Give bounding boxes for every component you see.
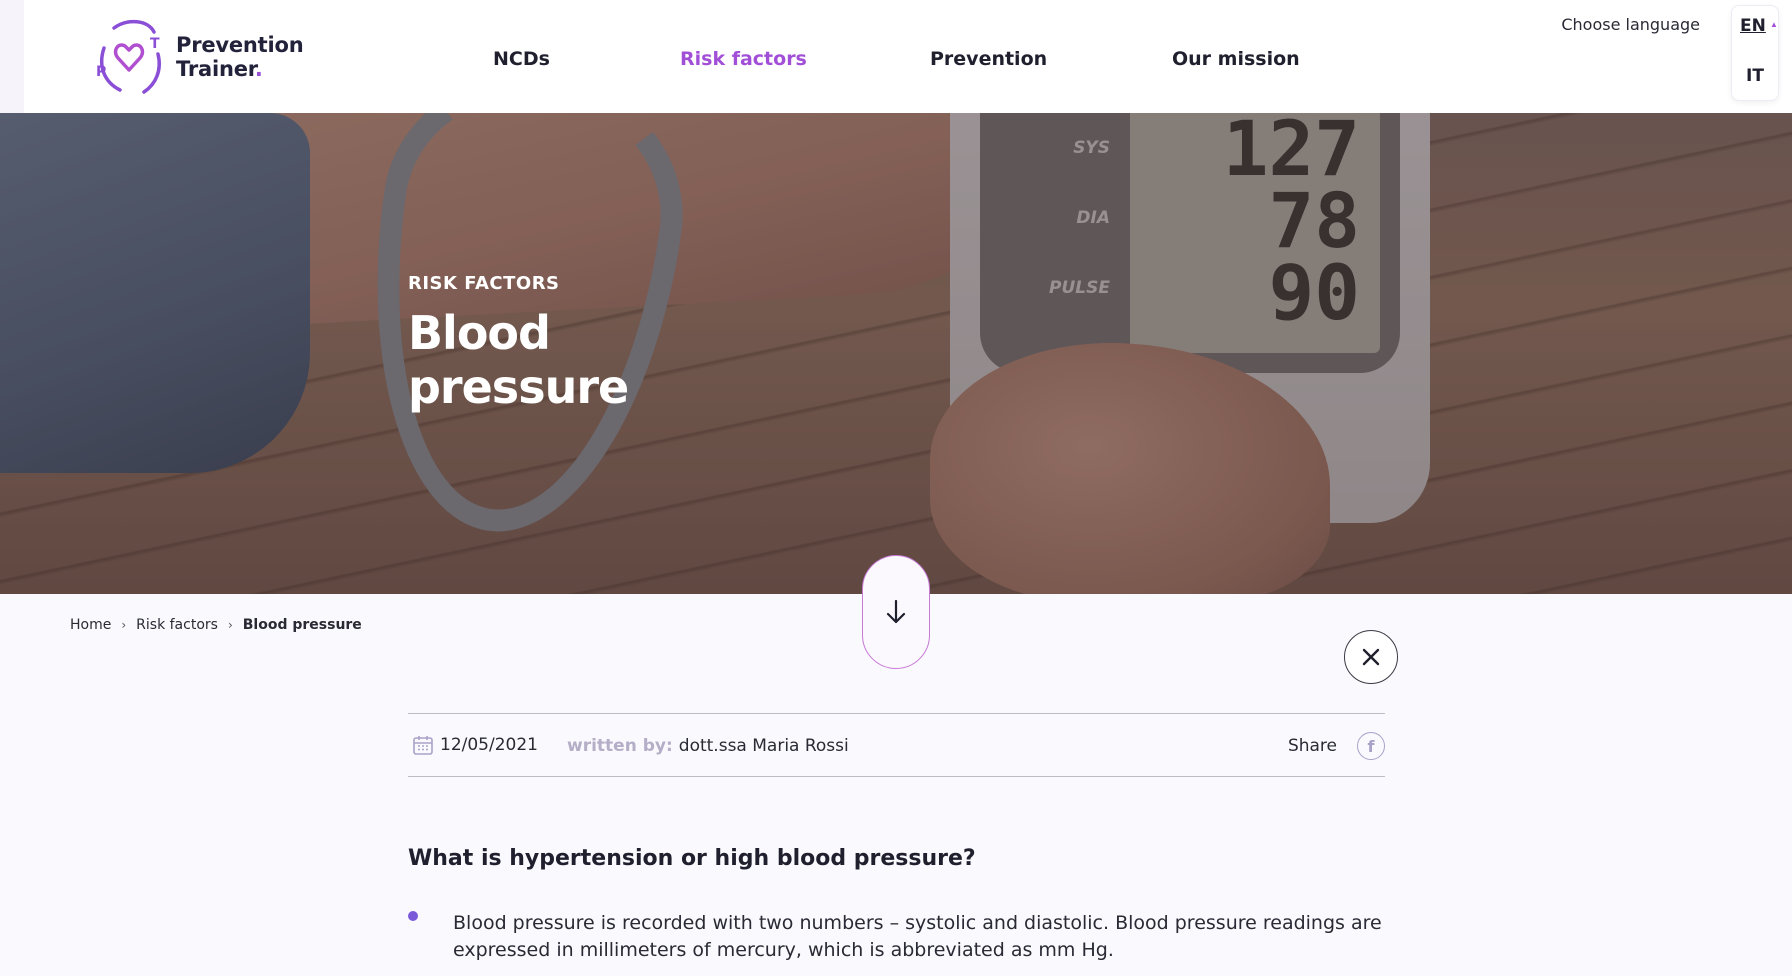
logo-wordmark: Prevention Trainer. <box>176 33 304 81</box>
article-date: 12/05/2021 <box>412 734 538 756</box>
hero-kicker: RISK FACTORS <box>408 273 560 294</box>
close-icon <box>1362 648 1380 666</box>
breadcrumb-home[interactable]: Home <box>70 617 111 633</box>
svg-text:T: T <box>150 36 160 52</box>
chevron-right-icon: › <box>227 618 233 632</box>
language-option-it[interactable]: IT <box>1746 66 1764 86</box>
site-header: T P Prevention Trainer. NCDs Risk factor… <box>24 0 1792 113</box>
article-meta-bar: 12/05/2021 written by: dott.ssa Maria Ros… <box>408 713 1385 777</box>
left-strip <box>0 0 24 113</box>
language-switcher[interactable]: EN ▲ IT <box>1731 5 1779 101</box>
logo-dot: . <box>254 57 263 81</box>
svg-text:P: P <box>96 64 106 80</box>
article-author: written by: dott.ssa Maria Rossi <box>567 736 849 756</box>
language-label: Choose language <box>1561 15 1700 34</box>
scroll-down-button[interactable] <box>862 555 930 669</box>
close-button[interactable] <box>1344 630 1398 684</box>
nav-item-prevention[interactable]: Prevention <box>930 48 1047 70</box>
nav-item-our-mission[interactable]: Our mission <box>1172 48 1300 70</box>
chevron-right-icon: › <box>121 618 127 632</box>
logo-line-1: Prevention <box>176 33 304 57</box>
bullet-dot <box>408 911 418 921</box>
page-title: Blood pressure <box>408 306 629 414</box>
nav-item-risk-factors[interactable]: Risk factors <box>680 48 807 70</box>
nav-item-ncds[interactable]: NCDs <box>493 48 550 70</box>
hero-overlay <box>0 113 1792 594</box>
logo[interactable]: T P Prevention Trainer. <box>94 18 304 96</box>
share-label: Share <box>1287 736 1337 756</box>
author-name: dott.ssa Maria Rossi <box>678 736 849 756</box>
caret-up-icon[interactable]: ▲ <box>1770 20 1778 29</box>
article-date-value: 12/05/2021 <box>440 735 538 755</box>
logo-line-2: Trainer <box>176 57 255 81</box>
language-option-en[interactable]: EN <box>1740 16 1766 36</box>
breadcrumb-risk-factors[interactable]: Risk factors <box>136 617 218 633</box>
calendar-icon <box>413 736 433 755</box>
breadcrumb: Home › Risk factors › Blood pressure <box>70 617 362 633</box>
logo-heart-hands-icon: T P <box>96 19 161 94</box>
hero-banner: SYS DIA PULSE 127 78 90 <box>0 113 1792 594</box>
author-label: written by: <box>567 736 673 756</box>
facebook-icon[interactable]: f <box>1357 732 1385 760</box>
article-section-title: What is hypertension or high blood press… <box>408 846 976 871</box>
article-bullet-text: Blood pressure is recorded with two numb… <box>453 912 1382 961</box>
arrow-down-icon <box>886 599 906 624</box>
breadcrumb-current: Blood pressure <box>242 617 362 633</box>
